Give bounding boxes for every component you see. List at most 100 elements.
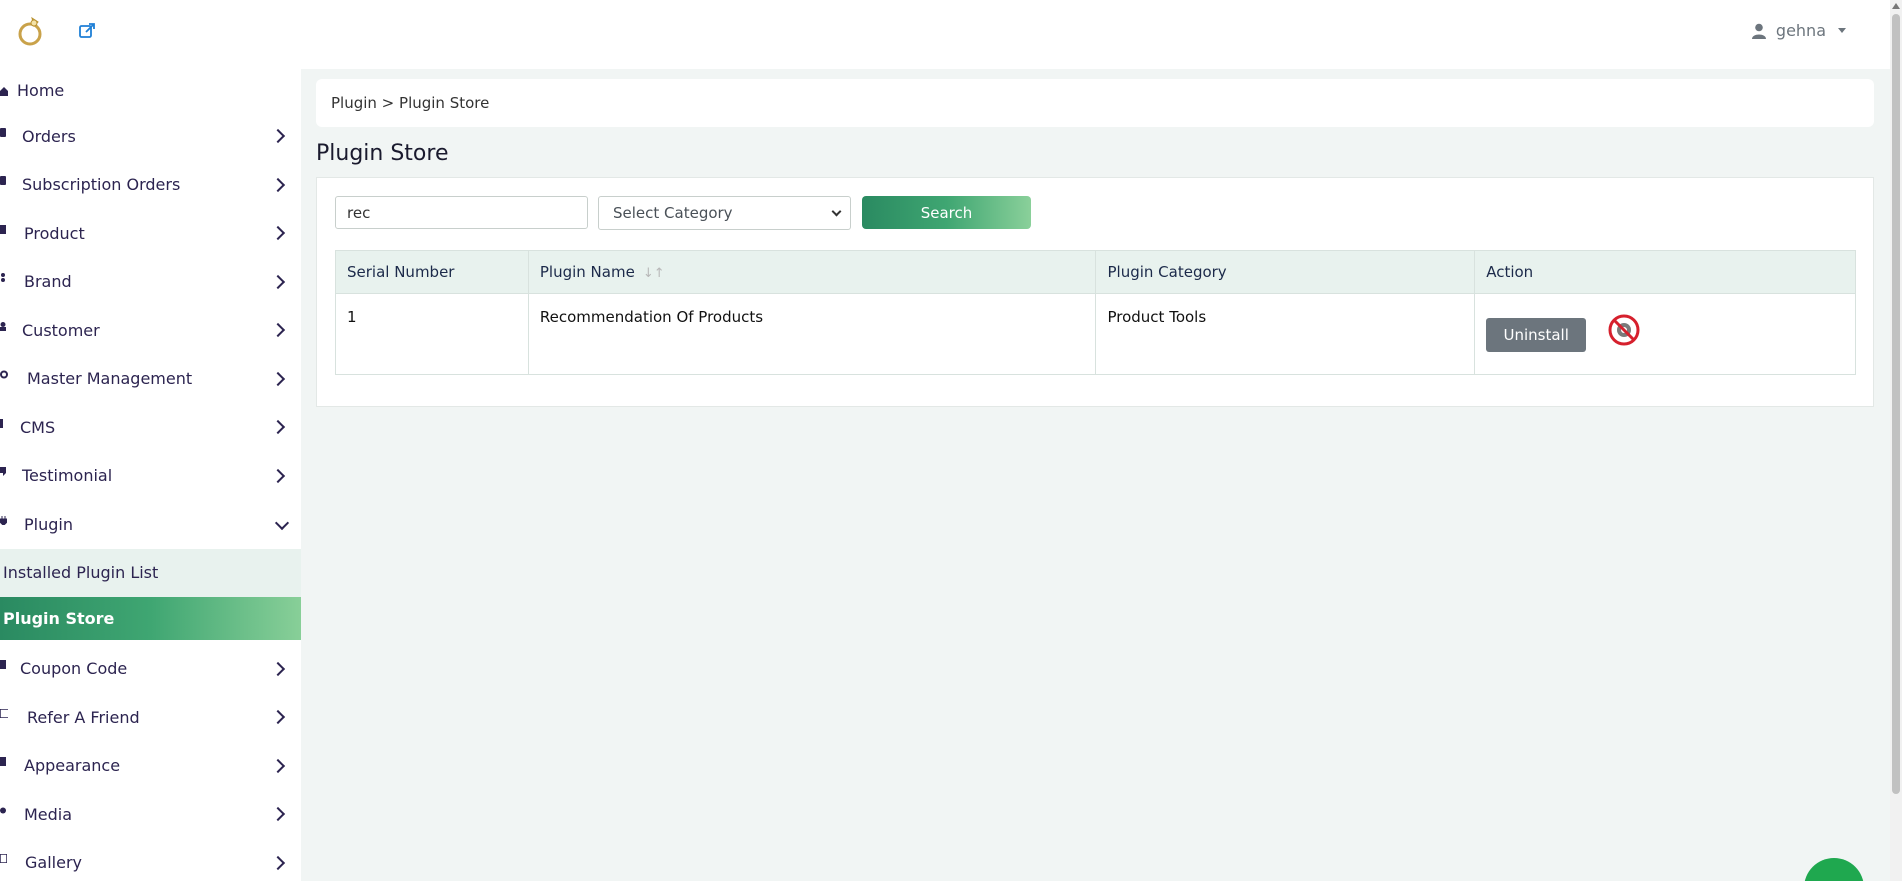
sidebar-item-master-management[interactable]: Master Management	[0, 355, 301, 404]
column-header-label: Plugin Name	[539, 263, 635, 281]
customer-icon	[0, 320, 8, 332]
main-content: Plugin > Plugin Store Plugin Store Selec…	[301, 69, 1890, 881]
sidebar-item-brand[interactable]: Brand	[0, 258, 301, 307]
sidebar-item-product[interactable]: Product	[0, 209, 301, 258]
sidebar-item-cms[interactable]: CMS	[0, 403, 301, 452]
chevron-right-icon	[270, 758, 286, 773]
cell-action: Uninstall	[1474, 293, 1856, 375]
breadcrumb-text[interactable]: Plugin > Plugin Store	[331, 94, 489, 112]
coupon-icon	[0, 659, 8, 671]
sidebar-item-home[interactable]: Home	[0, 69, 301, 112]
chevron-right-icon	[270, 855, 286, 870]
chevron-right-icon	[270, 323, 286, 338]
sidebar-item-customer[interactable]: Customer	[0, 306, 301, 355]
sidebar-item-plugin[interactable]: Plugin	[0, 500, 301, 549]
sidebar-item-testimonial[interactable]: Testimonial	[0, 452, 301, 501]
gear-icon	[0, 369, 8, 381]
sidebar-item-subscription-orders[interactable]: Subscription Orders	[0, 161, 301, 210]
cms-icon	[0, 417, 8, 429]
sidebar-item-label: CMS	[20, 417, 56, 437]
sidebar-item-label: Product	[24, 223, 85, 243]
breadcrumb: Plugin > Plugin Store	[316, 79, 1874, 127]
appearance-icon	[0, 756, 8, 768]
sort-icon[interactable]: ↓↑	[643, 266, 665, 281]
column-header-plugin-name[interactable]: Plugin Name ↓↑	[527, 250, 1097, 294]
sidebar-item-label: Coupon Code	[20, 659, 128, 679]
top-header: gehna	[0, 0, 1890, 69]
sidebar-item-coupon-code[interactable]: Coupon Code	[0, 645, 301, 694]
user-icon	[1751, 23, 1766, 39]
uninstall-button[interactable]: Uninstall	[1486, 318, 1587, 352]
sidebar-subitem-label: Plugin Store	[3, 608, 115, 628]
sidebar-item-label: Appearance	[24, 756, 121, 776]
chevron-down-icon	[831, 206, 842, 217]
disable-plugin-icon[interactable]	[1607, 313, 1641, 347]
page-title: Plugin Store	[316, 141, 449, 166]
sidebar: Home Orders Subscription Orders Product …	[0, 69, 301, 881]
sidebar-item-label: Testimonial	[22, 466, 113, 486]
sidebar-item-orders[interactable]: Orders	[0, 112, 301, 161]
chevron-right-icon	[270, 129, 286, 144]
chevron-right-icon	[270, 710, 286, 725]
scroll-up-arrow-icon[interactable]	[1892, 3, 1900, 9]
table-header-row: Serial Number Plugin Name ↓↑ Plugin Categ…	[335, 250, 1856, 294]
refer-icon	[0, 707, 8, 719]
sidebar-item-refer-a-friend[interactable]: Refer A Friend	[0, 693, 301, 742]
home-icon	[0, 85, 8, 97]
table-row: 1 Recommendation Of Products Product Too…	[335, 293, 1856, 375]
sidebar-item-gallery[interactable]: Gallery	[0, 839, 301, 881]
subscription-icon	[0, 175, 8, 187]
chevron-right-icon	[270, 661, 286, 676]
sidebar-subitem-plugin-store[interactable]: Plugin Store	[0, 596, 301, 640]
column-header-plugin-category: Plugin Category	[1095, 250, 1476, 294]
gallery-icon	[0, 853, 8, 865]
user-name: gehna	[1775, 21, 1826, 40]
external-link-icon[interactable]	[78, 22, 96, 40]
sidebar-item-label: Refer A Friend	[27, 707, 140, 727]
category-select-value: Select Category	[613, 204, 733, 222]
sidebar-subitem-installed-plugin-list[interactable]: Installed Plugin List	[0, 548, 301, 597]
sidebar-item-label: Master Management	[27, 369, 193, 389]
column-header-label: Action	[1486, 263, 1534, 281]
cell-plugin-category: Product Tools	[1095, 293, 1476, 375]
scrollbar-thumb[interactable]	[1892, 14, 1900, 794]
sidebar-item-media[interactable]: Media	[0, 790, 301, 839]
product-icon	[0, 223, 8, 235]
search-button[interactable]: Search	[862, 196, 1031, 229]
orders-icon	[0, 126, 8, 138]
cell-plugin-name: Recommendation Of Products	[527, 293, 1097, 375]
chevron-right-icon	[270, 371, 286, 386]
column-header-action: Action	[1474, 250, 1856, 294]
chevron-right-icon	[270, 274, 286, 289]
sidebar-item-label: Orders	[22, 126, 76, 146]
column-header-label: Serial Number	[347, 263, 455, 281]
sidebar-item-label: Subscription Orders	[22, 175, 181, 195]
column-header-label: Plugin Category	[1107, 263, 1227, 281]
sidebar-item-label: Gallery	[25, 853, 82, 873]
sidebar-item-label: Plugin	[24, 514, 73, 534]
ring-logo-icon[interactable]	[14, 14, 50, 50]
chevron-right-icon	[270, 420, 286, 435]
chevron-right-icon	[270, 807, 286, 822]
caret-down-icon	[1838, 28, 1846, 33]
page-scrollbar[interactable]	[1890, 0, 1902, 881]
user-menu-dropdown[interactable]: gehna	[1751, 21, 1846, 40]
search-input[interactable]	[335, 196, 588, 229]
sidebar-item-label: Brand	[24, 272, 72, 292]
cell-serial-number: 1	[335, 293, 529, 375]
brand-icon	[0, 272, 8, 284]
plugins-table: Serial Number Plugin Name ↓↑ Plugin Categ…	[335, 250, 1856, 375]
chevron-right-icon	[270, 468, 286, 483]
sidebar-item-label: Customer	[22, 320, 100, 340]
sidebar-subitem-label: Installed Plugin List	[3, 563, 159, 582]
plugin-store-card: Select Category Search Serial Number Plu…	[316, 177, 1874, 407]
plug-icon	[0, 514, 8, 526]
sidebar-item-label: Home	[17, 81, 65, 100]
chevron-right-icon	[270, 177, 286, 192]
column-header-serial-number: Serial Number	[335, 250, 529, 294]
testimonial-icon	[0, 466, 8, 478]
sidebar-item-label: Media	[24, 804, 73, 824]
category-select[interactable]: Select Category	[598, 196, 851, 230]
chevron-right-icon	[270, 226, 286, 241]
sidebar-item-appearance[interactable]: Appearance	[0, 742, 301, 791]
